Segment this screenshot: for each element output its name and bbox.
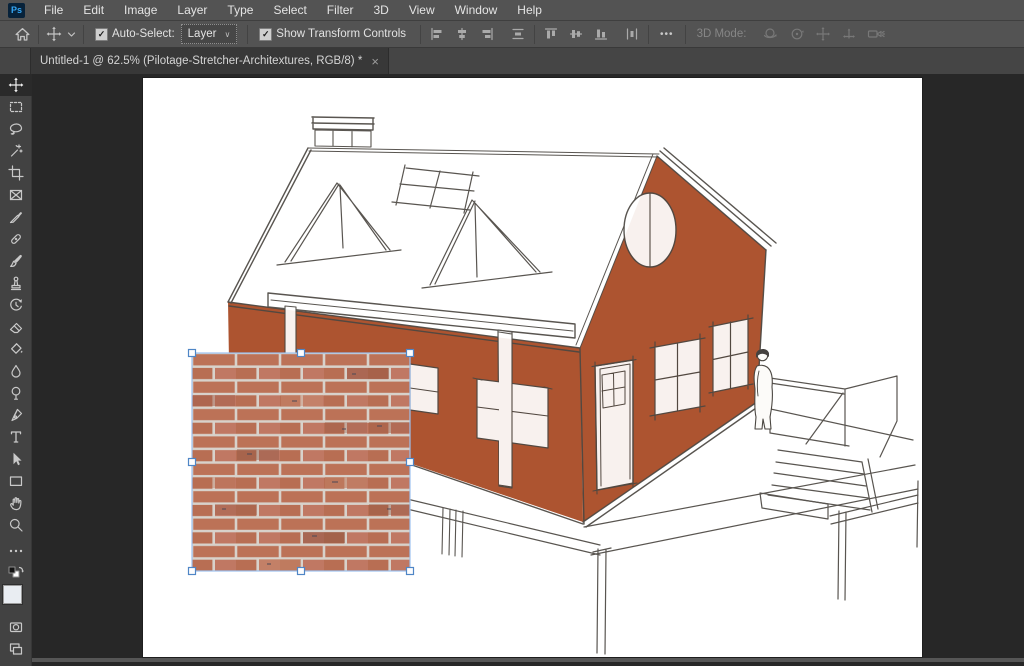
transform-handle-top-left[interactable] [187, 348, 197, 358]
history-brush-tool[interactable] [0, 294, 32, 316]
type-tool[interactable] [0, 426, 32, 448]
transform-handle-top-center[interactable] [296, 348, 306, 358]
blur-tool[interactable] [0, 360, 32, 382]
transform-handle-bottom-right[interactable] [405, 566, 415, 576]
photoshop-window: Ps File Edit Image Layer Type Select Filter 3D V… [0, 0, 1024, 666]
dodge-tool[interactable] [0, 382, 32, 404]
foreground-background-swatches[interactable] [1, 584, 31, 616]
align-top-edges-icon[interactable] [544, 27, 558, 41]
align-left-edges-icon[interactable] [430, 27, 444, 41]
menu-item-window[interactable]: Window [445, 0, 508, 20]
workspace [0, 74, 1024, 666]
separator [684, 24, 686, 44]
photoshop-logo-icon[interactable]: Ps [8, 2, 25, 18]
photoshop-logo-text: Ps [10, 5, 22, 15]
healing-brush-tool[interactable] [0, 228, 32, 250]
menu-item-layer[interactable]: Layer [167, 0, 217, 20]
align-horizontal-centers-icon[interactable] [455, 27, 469, 41]
auto-select-label: Auto-Select: [112, 28, 175, 40]
screen-mode-button[interactable] [0, 638, 32, 660]
separator [38, 24, 39, 44]
transform-handle-bottom-center[interactable] [296, 566, 306, 576]
menu-bar: Ps File Edit Image Layer Type Select Filter 3D V… [0, 0, 1024, 21]
show-transform-controls-checkbox[interactable]: ✓ [259, 27, 273, 41]
separator [247, 24, 249, 44]
transform-handle-middle-right[interactable] [405, 457, 415, 467]
menu-item-3d[interactable]: 3D [363, 0, 398, 20]
distribute-vertical-centers-icon[interactable] [511, 27, 525, 41]
3d-pan-icon [815, 26, 831, 42]
transform-handle-bottom-left[interactable] [187, 566, 197, 576]
menu-item-image[interactable]: Image [114, 0, 167, 20]
menu-item-edit[interactable]: Edit [73, 0, 114, 20]
tab-bar: Untitled-1 @ 62.5% (Pilotage-Stretcher-A… [0, 48, 1024, 74]
paint-bucket-tool[interactable] [0, 338, 32, 360]
hand-tool[interactable] [0, 492, 32, 514]
move-tool[interactable] [0, 74, 32, 96]
rectangular-marquee-tool[interactable] [0, 96, 32, 118]
options-bar: ✓ Auto-Select: Layer ∨ ✓ Show Transform … [0, 21, 1024, 48]
menu: File Edit Image Layer Type Select Filter 3D View… [34, 0, 552, 20]
menu-item-view[interactable]: View [399, 0, 445, 20]
zoom-tool[interactable] [0, 514, 32, 536]
chevron-down-icon: ∨ [224, 29, 231, 39]
menu-item-select[interactable]: Select [263, 0, 316, 20]
frame-tool[interactable] [0, 184, 32, 206]
foreground-color-swatch[interactable] [2, 585, 22, 604]
document-canvas[interactable] [143, 78, 922, 657]
pen-tool[interactable] [0, 404, 32, 426]
separator [83, 24, 84, 44]
3d-roll-icon [789, 26, 805, 42]
auto-select-checkbox[interactable]: ✓ [95, 27, 108, 41]
path-selection-tool[interactable] [0, 448, 32, 470]
brush-tool[interactable] [0, 250, 32, 272]
auto-select-target-dropdown[interactable]: Layer ∨ [180, 24, 238, 44]
document-tab-title: Untitled-1 @ 62.5% (Pilotage-Stretcher-A… [40, 55, 363, 67]
separator [420, 24, 422, 44]
separator [648, 24, 650, 44]
menu-item-file[interactable]: File [34, 0, 73, 20]
eyedropper-tool[interactable] [0, 206, 32, 228]
mode-3d-group: 3D Mode: [693, 26, 886, 42]
eraser-tool[interactable] [0, 316, 32, 338]
tab-close-icon[interactable]: × [371, 55, 379, 68]
more-align-options-icon[interactable]: ••• [660, 29, 674, 40]
home-icon[interactable] [14, 26, 31, 43]
transform-handle-middle-left[interactable] [187, 457, 197, 467]
default-colors-icon[interactable] [0, 562, 32, 584]
3d-dolly-camera-icon [867, 26, 886, 42]
mode-3d-label: 3D Mode: [696, 28, 747, 40]
menu-item-filter[interactable]: Filter [317, 0, 364, 20]
3d-orbit-icon [762, 26, 779, 42]
3d-slide-icon [841, 26, 857, 42]
bottom-scroll-strip[interactable] [32, 658, 1024, 662]
checkmark-icon: ✓ [262, 28, 270, 39]
transform-handle-top-right[interactable] [405, 348, 415, 358]
move-tool-preset-icon[interactable] [46, 26, 62, 42]
tool-preset-chevron-icon[interactable] [67, 31, 76, 38]
document-tab[interactable]: Untitled-1 @ 62.5% (Pilotage-Stretcher-A… [30, 48, 389, 74]
quick-mask-mode-button[interactable] [0, 616, 32, 638]
show-transform-controls-label: Show Transform Controls [276, 28, 407, 40]
clone-stamp-tool[interactable] [0, 272, 32, 294]
menu-item-help[interactable]: Help [507, 0, 552, 20]
align-vertical-centers-icon[interactable] [569, 27, 583, 41]
distribute-horizontal-centers-icon[interactable] [625, 27, 639, 41]
brick-texture-layer[interactable] [187, 348, 415, 576]
menu-item-type[interactable]: Type [217, 0, 263, 20]
canvas-area[interactable] [32, 74, 1024, 666]
auto-select-target-value: Layer [187, 28, 217, 40]
tools-panel [0, 74, 32, 666]
separator [534, 24, 536, 44]
house-sketch-artwork [187, 116, 919, 655]
crop-tool[interactable] [0, 162, 32, 184]
edit-toolbar-icon[interactable] [0, 540, 32, 562]
align-right-edges-icon[interactable] [480, 27, 494, 41]
checkmark-icon: ✓ [97, 28, 106, 39]
lasso-tool[interactable] [0, 118, 32, 140]
align-bottom-edges-icon[interactable] [594, 27, 608, 41]
alignment-tools [430, 24, 639, 44]
rectangle-tool[interactable] [0, 470, 32, 492]
object-selection-tool[interactable] [0, 140, 32, 162]
